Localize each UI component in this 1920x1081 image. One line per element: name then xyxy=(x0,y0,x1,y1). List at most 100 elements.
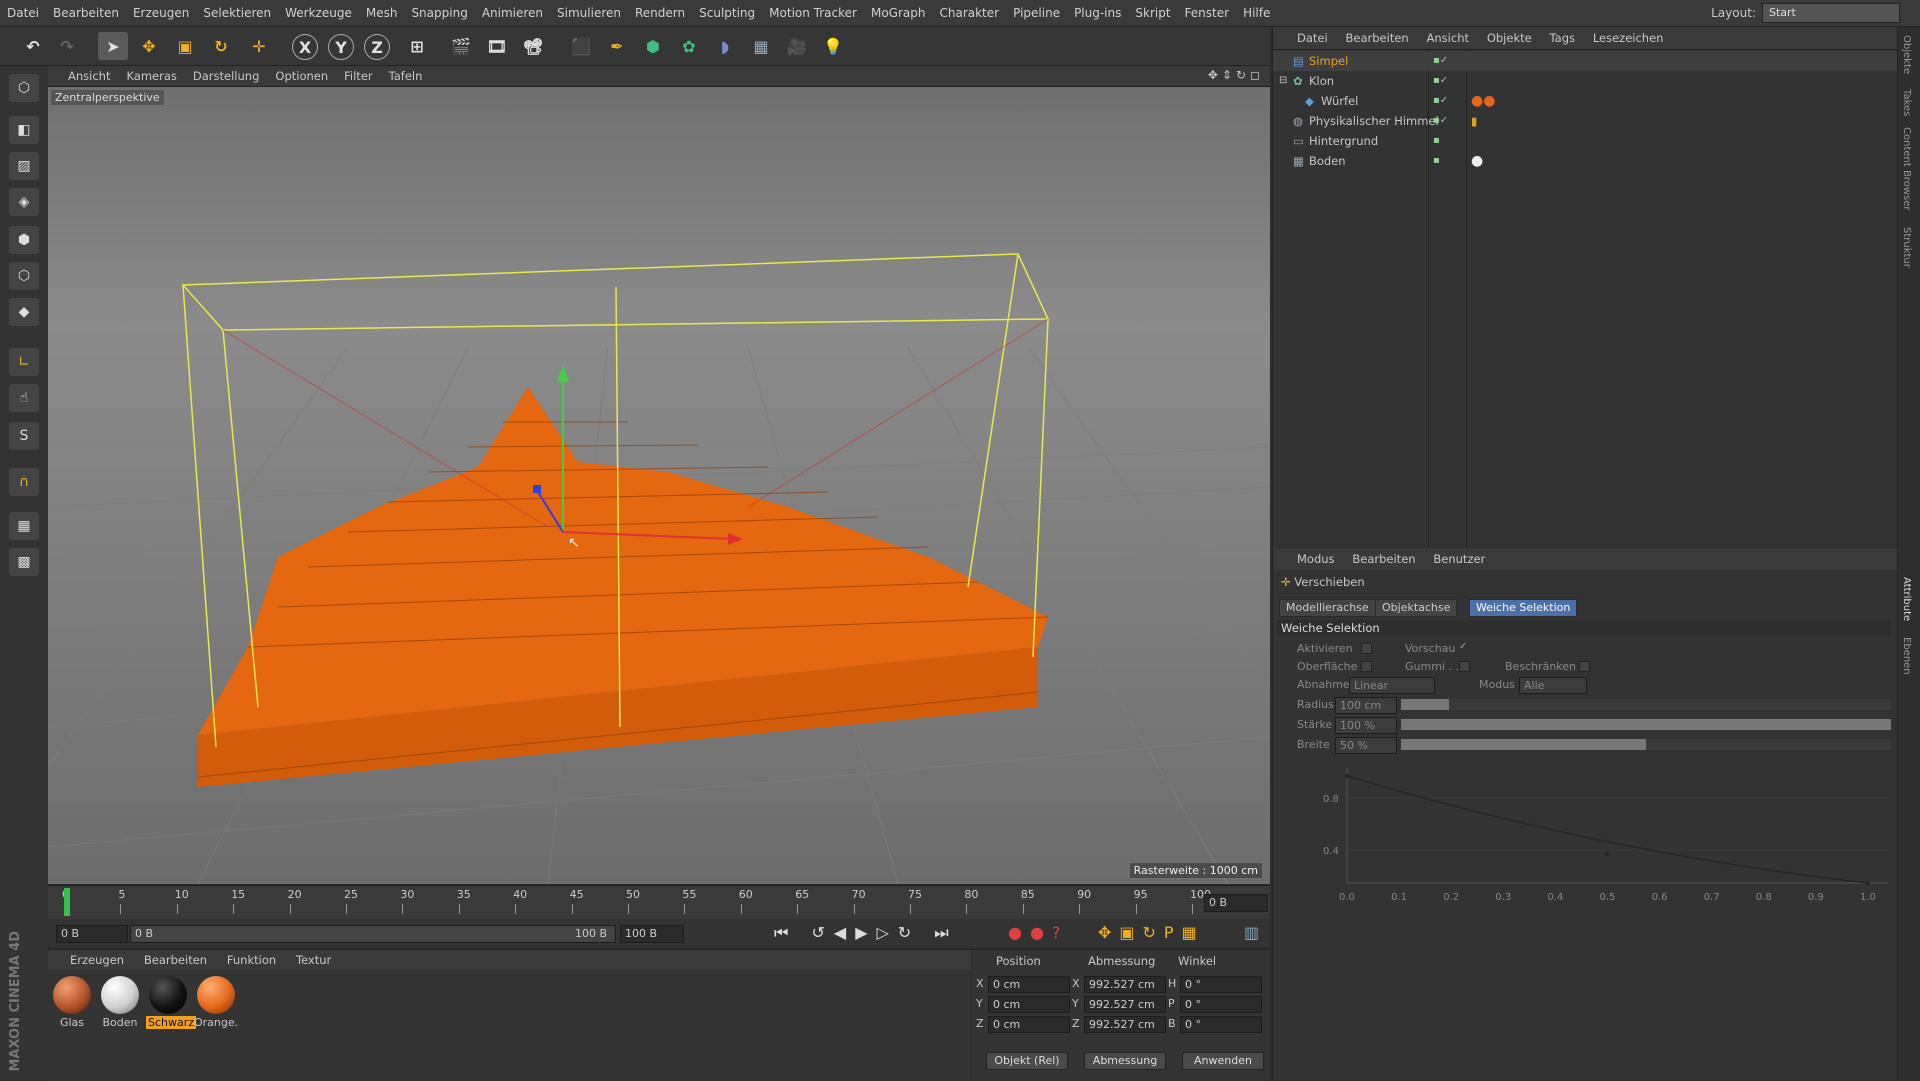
staerke-slider[interactable] xyxy=(1401,719,1891,730)
tab-weiche-selektion[interactable]: Weiche Selektion xyxy=(1469,599,1578,617)
viewport-menu-item[interactable]: Kameras xyxy=(118,66,184,86)
menu-item[interactable]: Animieren xyxy=(475,0,550,26)
edit-mode-icon[interactable]: ⬡ xyxy=(9,74,39,102)
collapse-toggle-icon[interactable]: ⊟ xyxy=(1279,71,1287,91)
points-mode-icon[interactable]: ⬢ xyxy=(9,226,39,254)
viewport-menu-item[interactable]: Optionen xyxy=(267,66,336,86)
abnahme-select[interactable]: Linear xyxy=(1349,677,1435,694)
layout-select[interactable]: Start xyxy=(1762,3,1900,23)
viewport-menu-item[interactable]: Filter xyxy=(336,66,380,86)
menu-item[interactable]: Hilfe xyxy=(1236,0,1277,26)
modus-select[interactable]: Alle xyxy=(1519,677,1587,694)
workplane-lock-icon[interactable]: ▦ xyxy=(9,512,39,540)
tab-struktur[interactable]: Struktur xyxy=(1901,227,1912,268)
coordinate-mode-select[interactable]: Objekt (Rel) xyxy=(986,1052,1068,1070)
viewport-menu-item[interactable]: Tafeln xyxy=(381,66,431,86)
cube-object-icon[interactable]: ⬛ xyxy=(566,32,596,60)
menu-item[interactable]: Fenster xyxy=(1178,0,1237,26)
timeline-ruler[interactable]: 0510152025303540455055606570758085909510… xyxy=(54,888,1211,918)
position-field[interactable]: 0 cm xyxy=(988,976,1070,993)
menu-item[interactable]: Sculpting xyxy=(692,0,762,26)
object-row-klon[interactable]: ⊟ ✿ Klon ▪✓ xyxy=(1273,71,1897,91)
grid-snap-icon[interactable]: ▩ xyxy=(9,548,39,576)
polygons-mode-icon[interactable]: ◆ xyxy=(9,298,39,326)
sky-tag-icon[interactable]: ▮ xyxy=(1471,111,1477,131)
menu-item[interactable]: Datei xyxy=(0,0,46,26)
keyframe-mode-icons[interactable]: ✥▣↻P▦ xyxy=(1098,923,1205,942)
material-tag-icon[interactable]: ● xyxy=(1471,151,1483,171)
pen-spline-icon[interactable]: ✒ xyxy=(602,32,632,60)
obj-menu-objekte[interactable]: Objekte xyxy=(1480,27,1539,49)
menu-item[interactable]: Erzeugen xyxy=(126,0,196,26)
texture-mode-icon[interactable]: ▨ xyxy=(9,152,39,180)
model-mode-icon[interactable]: ◧ xyxy=(9,116,39,144)
attr-menu-benutzer[interactable]: Benutzer xyxy=(1426,548,1492,570)
mat-menu-funktion[interactable]: Funktion xyxy=(219,950,284,970)
falloff-graph[interactable]: 0.8 0.4 0.0 0.1 0.2 0.3 0.4 0.5 0.6 0.7 0.8 0.9 1.… xyxy=(1303,758,1893,908)
edges-mode-icon[interactable]: ⬡ xyxy=(9,262,39,290)
object-row-wuerfel[interactable]: ◆ Würfel ▪✓ ●● xyxy=(1273,91,1897,111)
material-orange[interactable]: Orange. xyxy=(194,976,238,1029)
scale-tool-icon[interactable]: ▣ xyxy=(170,32,200,60)
playback-controls[interactable]: ⏮ ↺◀▶▷↻ ⏭ xyxy=(774,923,958,943)
magnet-icon[interactable]: ∩ xyxy=(9,468,39,496)
menu-item[interactable]: Mesh xyxy=(359,0,405,26)
tab-attribute[interactable]: Attribute xyxy=(1901,577,1912,621)
rotation-field[interactable]: 0 ° xyxy=(1180,996,1262,1013)
camera-label[interactable]: Zentralperspektive xyxy=(51,90,164,105)
undo-icon[interactable]: ↶ xyxy=(18,32,48,60)
visibility-toggles[interactable]: ▪✓ xyxy=(1433,71,1448,91)
attr-menu-modus[interactable]: Modus xyxy=(1273,548,1342,570)
render-picture-viewer-icon[interactable]: 🎞 xyxy=(482,32,512,60)
position-field[interactable]: 0 cm xyxy=(988,996,1070,1013)
menu-item[interactable]: Plug-ins xyxy=(1067,0,1128,26)
timeline[interactable]: 0510152025303540455055606570758085909510… xyxy=(48,885,1270,920)
radius-field[interactable]: 100 cm xyxy=(1335,697,1397,714)
menu-item[interactable]: Pipeline xyxy=(1006,0,1067,26)
tab-takes[interactable]: Takes xyxy=(1901,89,1912,116)
tab-objektachse[interactable]: Objektachse xyxy=(1375,599,1458,617)
mat-menu-bearbeiten[interactable]: Bearbeiten xyxy=(136,950,215,970)
obj-menu-bearbeiten[interactable]: Bearbeiten xyxy=(1339,27,1416,49)
vorschau-checkbox[interactable]: ✓ xyxy=(1459,641,1467,652)
beschraenken-checkbox[interactable] xyxy=(1579,661,1590,672)
menu-item[interactable]: Snapping xyxy=(404,0,474,26)
menu-item[interactable]: Bearbeiten xyxy=(46,0,126,26)
floor-scene-icon[interactable]: ▦ xyxy=(746,32,776,60)
viewport-nav-icons[interactable]: ✥⇕↻◻ xyxy=(1208,68,1264,82)
menu-item[interactable]: Skript xyxy=(1128,0,1177,26)
gummi-checkbox[interactable] xyxy=(1459,661,1470,672)
rotation-field[interactable]: 0 ° xyxy=(1180,976,1262,993)
menu-item[interactable]: Charakter xyxy=(932,0,1006,26)
obj-menu-ansicht[interactable]: Ansicht xyxy=(1420,27,1476,49)
render-settings-icon[interactable]: 📽 xyxy=(518,32,548,60)
object-row-hintergrund[interactable]: ▭ Hintergrund ▪ xyxy=(1273,131,1897,151)
tab-objekte[interactable]: Objekte xyxy=(1901,35,1912,74)
move-tool-icon[interactable]: ✥ xyxy=(134,32,164,60)
aktivieren-checkbox[interactable] xyxy=(1361,643,1372,654)
select-tool-icon[interactable]: ➤ xyxy=(98,32,128,60)
menu-item[interactable]: Selektieren xyxy=(196,0,278,26)
deformer-icon[interactable]: ◗ xyxy=(710,32,740,60)
object-row-himmel[interactable]: ◍ Physikalischer Himmel ▪✓ ▮ xyxy=(1273,111,1897,131)
mat-menu-textur[interactable]: Textur xyxy=(288,950,339,970)
object-row-simpel[interactable]: ▤ Simpel ▪✓ xyxy=(1273,51,1897,71)
material-boden[interactable]: Boden xyxy=(98,976,142,1029)
breite-slider[interactable] xyxy=(1401,739,1891,750)
transform-tool-icon[interactable]: ✛ xyxy=(244,32,274,60)
size-field[interactable]: 992.527 cm xyxy=(1084,996,1166,1013)
menu-item[interactable]: Simulieren xyxy=(550,0,628,26)
current-frame-field[interactable]: 0 B xyxy=(1204,894,1268,912)
obj-menu-lesezeichen[interactable]: Lesezeichen xyxy=(1586,27,1671,49)
menu-item[interactable]: MoGraph xyxy=(864,0,933,26)
material-tag-icon[interactable]: ●● xyxy=(1471,91,1495,111)
size-field[interactable]: 992.527 cm xyxy=(1084,1016,1166,1033)
light-icon[interactable]: 💡 xyxy=(818,32,848,60)
obj-menu-datei[interactable]: Datei xyxy=(1273,27,1335,49)
z-axis-lock-button[interactable]: Z xyxy=(364,34,390,60)
menu-item[interactable]: Rendern xyxy=(628,0,692,26)
obj-menu-tags[interactable]: Tags xyxy=(1543,27,1582,49)
menu-item[interactable]: Motion Tracker xyxy=(762,0,864,26)
render-view-icon[interactable]: 🎬 xyxy=(446,32,476,60)
redo-icon[interactable]: ↷ xyxy=(52,32,82,60)
